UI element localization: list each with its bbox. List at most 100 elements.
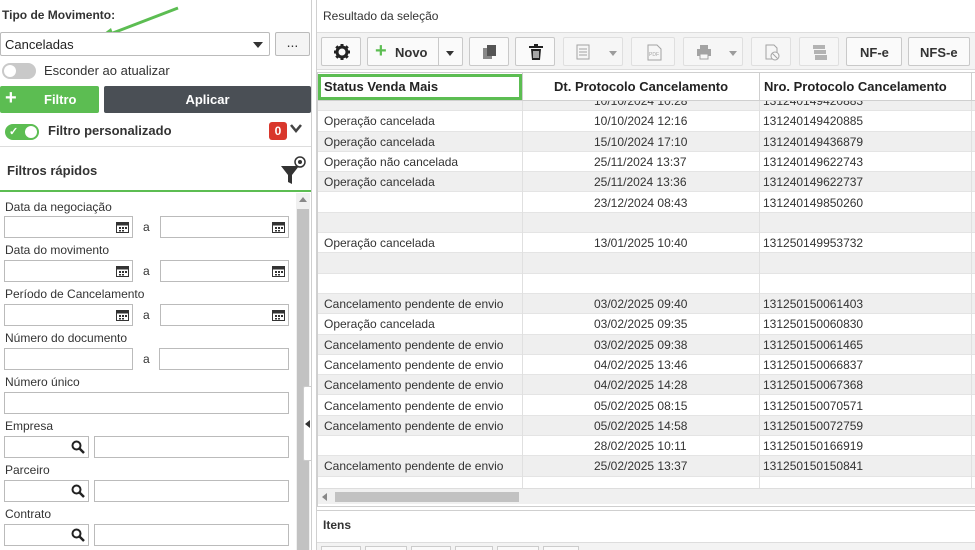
delete-button[interactable] <box>515 37 555 66</box>
pdf-icon: PDF <box>647 44 662 61</box>
table-row[interactable]: Cancelamento pendente de envio 05/02/2025… <box>318 415 975 437</box>
table-row[interactable]: Cancelamento pendente de envio 04/02/2025… <box>318 355 975 376</box>
table-cell: 03/02/2025 09:35 <box>594 317 688 332</box>
collapse-panel-handle[interactable] <box>303 386 311 461</box>
parceiro-label: Parceiro <box>5 463 50 477</box>
search-icon[interactable] <box>71 440 85 454</box>
settings-button[interactable] <box>321 37 361 66</box>
calendar-icon[interactable] <box>116 309 129 321</box>
data-negociacao-start-input[interactable] <box>4 216 133 238</box>
table-row[interactable]: Operação cancelada 03/02/2025 09:35 131250… <box>318 314 975 335</box>
table-row[interactable]: Cancelamento pendente de envio 03/02/2025… <box>318 294 975 315</box>
filter-scrollbar[interactable] <box>296 193 310 550</box>
table-row[interactable]: Operação cancelada 25/11/2024 13:36 131240… <box>318 172 975 193</box>
chevron-down-icon[interactable] <box>289 121 303 138</box>
calendar-icon[interactable] <box>116 221 129 233</box>
plus-icon: + <box>375 40 387 62</box>
document-cancel-button[interactable] <box>751 37 791 66</box>
table-row[interactable]: 28/02/2025 10:11 131250150166919 <box>318 436 975 457</box>
table-row[interactable]: Operação cancelada 10/10/2024 12:16 131240… <box>318 111 975 132</box>
table-cell: 131240149850260 <box>763 195 864 210</box>
table-row[interactable] <box>318 253 975 274</box>
stack-button[interactable] <box>799 37 839 66</box>
nfse-button[interactable]: NFS-e <box>908 37 970 66</box>
periodo-cancelamento-label: Período de Cancelamento <box>5 287 145 301</box>
filtro-button[interactable]: + Filtro <box>0 86 99 113</box>
parceiro-code-input[interactable] <box>4 480 89 502</box>
periodo-cancelamento-start-input[interactable] <box>4 304 133 326</box>
print-button[interactable] <box>683 37 743 66</box>
data-negociacao-label: Data da negociação <box>5 200 112 214</box>
data-negociacao-end-input[interactable] <box>160 216 289 238</box>
table-cell: 131250150066837 <box>763 357 864 372</box>
scrollbar-thumb[interactable] <box>335 492 519 502</box>
table-row[interactable]: Operação cancelada 13/01/2025 10:40 131250… <box>318 233 975 254</box>
chevron-down-icon[interactable] <box>729 51 737 56</box>
novo-button[interactable]: + Novo <box>367 37 463 66</box>
hide-on-update-toggle[interactable] <box>2 63 36 79</box>
contrato-label: Contrato <box>5 507 52 521</box>
table-cell: 28/02/2025 10:11 <box>594 439 687 454</box>
calendar-icon[interactable] <box>272 221 285 233</box>
empresa-name-input[interactable] <box>94 436 289 458</box>
results-toolbar: + Novo PDF NF-e NFS-e <box>317 32 975 70</box>
parceiro-name-input[interactable] <box>94 480 289 502</box>
table-row[interactable]: Cancelamento pendente de envio 03/02/2025… <box>318 334 975 355</box>
scrollbar-thumb[interactable] <box>297 209 309 550</box>
contrato-name-input[interactable] <box>94 524 289 546</box>
table-row[interactable]: Cancelamento pendente de envio 25/02/2025… <box>318 456 975 477</box>
filtro-personalizado-toggle[interactable]: ✓ <box>5 124 39 140</box>
search-icon[interactable] <box>71 484 85 498</box>
scroll-up-icon[interactable] <box>299 197 307 202</box>
column-header-nro-protocolo[interactable]: Nro. Protocolo Cancelamento <box>764 79 947 94</box>
chevron-down-icon[interactable] <box>446 51 454 56</box>
chevron-down-icon[interactable] <box>609 51 617 56</box>
range-separator: a <box>143 264 150 278</box>
results-panel: Resultado da seleção + Novo PDF NF-e NFS… <box>316 0 975 550</box>
data-movimento-end-input[interactable] <box>160 260 289 282</box>
table-cell: 131250150072759 <box>763 418 864 433</box>
numero-unico-input[interactable] <box>4 392 289 414</box>
tipo-movimento-value: Canceladas <box>5 37 74 52</box>
table-row[interactable] <box>318 274 975 294</box>
calendar-icon[interactable] <box>116 265 129 277</box>
nfse-label: NFS-e <box>920 45 958 60</box>
aplicar-button[interactable]: Aplicar <box>104 86 311 113</box>
grid-horizontal-scrollbar[interactable] <box>318 488 975 504</box>
table-cell: Operação cancelada <box>324 317 435 332</box>
table-row[interactable]: Cancelamento pendente de envio 04/02/2025… <box>318 375 975 396</box>
data-movimento-start-input[interactable] <box>4 260 133 282</box>
collapse-left-icon <box>305 420 310 428</box>
filter-settings-icon[interactable] <box>280 156 308 186</box>
novo-label: Novo <box>395 45 428 60</box>
table-row[interactable]: 23/12/2024 08:43 131240149850260 <box>318 193 975 213</box>
numero-documento-end-input[interactable] <box>159 348 289 370</box>
copy-button[interactable] <box>469 37 509 66</box>
periodo-cancelamento-end-input[interactable] <box>160 304 289 326</box>
calendar-icon[interactable] <box>272 309 285 321</box>
scroll-left-icon[interactable] <box>322 493 327 501</box>
table-cell: 15/10/2024 17:10 <box>594 134 688 149</box>
empresa-code-input[interactable] <box>4 436 89 458</box>
list-button[interactable] <box>563 37 623 66</box>
contrato-code-input[interactable] <box>4 524 89 546</box>
tipo-movimento-select[interactable]: Canceladas <box>0 32 270 56</box>
numero-documento-start-input[interactable] <box>4 348 133 370</box>
highlight-box <box>318 74 522 100</box>
table-row[interactable]: Operação cancelada 15/10/2024 17:10 131240… <box>318 131 975 152</box>
table-row[interactable]: Operação não cancelada 25/11/2024 13:37 13… <box>318 152 975 173</box>
table-row[interactable] <box>318 212 975 234</box>
hide-on-update-label: Esconder ao atualizar <box>44 63 170 78</box>
chevron-down-icon <box>253 42 263 48</box>
table-cell: 05/02/2025 08:15 <box>594 398 688 413</box>
table-cell: Cancelamento pendente de envio <box>324 337 504 352</box>
more-options-button[interactable]: ... <box>275 32 310 56</box>
search-icon[interactable] <box>71 528 85 542</box>
table-cell: 131240149420885 <box>763 114 864 129</box>
nfe-button[interactable]: NF-e <box>846 37 902 66</box>
filtro-personalizado-row[interactable]: ✓ Filtro personalizado 0 <box>0 117 311 147</box>
table-row[interactable]: Cancelamento pendente de envio 05/02/2025… <box>318 396 975 416</box>
column-header-dt-protocolo[interactable]: Dt. Protocolo Cancelamento <box>554 79 728 94</box>
calendar-icon[interactable] <box>272 265 285 277</box>
pdf-button[interactable]: PDF <box>631 37 675 66</box>
